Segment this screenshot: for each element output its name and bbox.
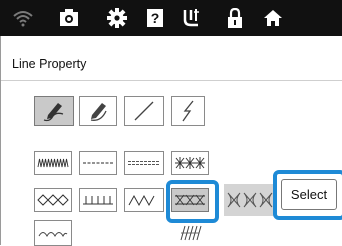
candlewick-stitch-pattern (180, 225, 202, 241)
diamond-stitch[interactable] (34, 188, 72, 212)
double-dashed-stitch[interactable] (124, 151, 164, 175)
scallop-stitch-pattern (38, 232, 68, 238)
top-toolbar: ? (0, 0, 342, 36)
double-dashed-stitch-pattern (128, 160, 160, 166)
home-icon[interactable] (260, 6, 286, 30)
straight-line-icon (134, 101, 154, 121)
straight-line-button[interactable] (124, 96, 164, 126)
pen-outline-button[interactable] (79, 96, 117, 126)
cross-stitch-pattern (175, 157, 205, 169)
lock-icon[interactable] (222, 6, 248, 30)
blanket-stitch-pattern (83, 196, 113, 205)
candlewick-stitch-button[interactable] (171, 220, 209, 246)
zigzag-line-icon (182, 100, 194, 122)
needle-thread-icon[interactable] (180, 6, 206, 30)
pen-fill-button[interactable] (34, 96, 74, 126)
help-icon[interactable]: ? (142, 6, 168, 30)
svg-text:?: ? (151, 10, 160, 26)
cross-stitch[interactable] (171, 151, 209, 175)
pen-fill-icon (43, 103, 64, 122)
motif-stitch-pattern (227, 192, 273, 208)
wave-stitch[interactable] (124, 188, 164, 212)
wave-stitch-pattern (128, 194, 155, 207)
blanket-stitch[interactable] (79, 188, 117, 212)
dashed-stitch[interactable] (79, 151, 117, 175)
gear-icon[interactable] (104, 6, 130, 30)
camera-icon[interactable] (56, 6, 82, 30)
motif-stitch[interactable] (224, 184, 276, 216)
select-button[interactable]: Select (281, 179, 337, 210)
dashed-stitch-pattern (83, 162, 113, 164)
pen-outline-icon (90, 103, 107, 121)
panel-title: Line Property (12, 57, 87, 71)
focus-highlight-stitch (166, 180, 219, 223)
scallop-stitch[interactable] (34, 220, 72, 246)
wifi-icon[interactable] (10, 6, 36, 30)
divider (1, 80, 342, 81)
zigzag-dense-stitch[interactable] (34, 151, 72, 175)
zigzag-line-button[interactable] (171, 96, 205, 126)
diamond-stitch-pattern (37, 194, 69, 206)
zigzag-dense-stitch-pattern (37, 158, 69, 168)
